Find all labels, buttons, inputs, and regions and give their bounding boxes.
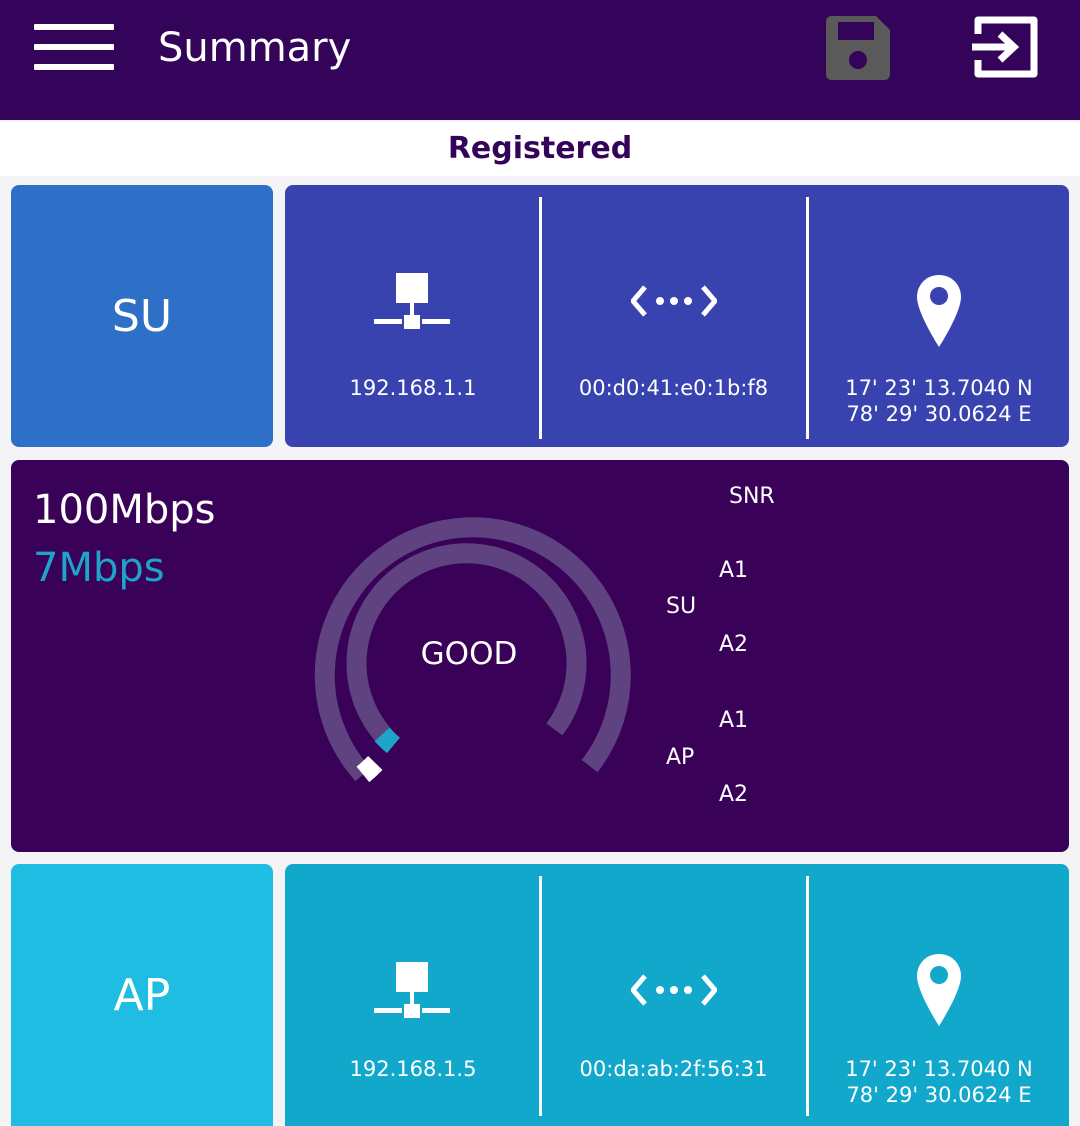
snr-su-label: SU bbox=[666, 594, 697, 619]
ap-ip-address: 192.168.1.5 bbox=[349, 1057, 477, 1081]
su-longitude: 78' 29' 30.0624 E bbox=[846, 402, 1032, 426]
snr-su-a1-label: A1 bbox=[719, 558, 749, 583]
ap-longitude: 78' 29' 30.0624 E bbox=[846, 1083, 1032, 1107]
ap-label-tile[interactable]: AP bbox=[11, 864, 273, 1126]
link-status-panel: 100Mbps 7Mbps GOOD SNR A1 SU A2 A1 AP A2 bbox=[11, 460, 1069, 852]
su-coordinates: 17' 23' 13.7040 N 78' 29' 30.0624 E bbox=[809, 375, 1069, 427]
ap-info-tile: 192.168.1.5 00:da:ab:2f:56:31 17' 23' 13… bbox=[285, 864, 1069, 1126]
su-label-tile[interactable]: SU bbox=[11, 185, 273, 447]
location-pin-icon bbox=[917, 275, 961, 347]
snr-su-a2-label: A2 bbox=[719, 632, 749, 657]
network-icon bbox=[374, 962, 450, 1018]
code-dots-icon bbox=[630, 974, 717, 1006]
hamburger-menu-icon[interactable] bbox=[34, 24, 114, 70]
ap-ip-cell: 192.168.1.5 bbox=[285, 864, 541, 1126]
link-quality-label: GOOD bbox=[420, 636, 518, 672]
current-speed: 7Mbps bbox=[33, 545, 165, 591]
ap-coordinates: 17' 23' 13.7040 N 78' 29' 30.0624 E bbox=[809, 1056, 1069, 1108]
ap-location-cell: 17' 23' 13.7040 N 78' 29' 30.0624 E bbox=[809, 864, 1069, 1126]
app-header: Summary bbox=[0, 0, 1080, 120]
ap-mac-address: 00:da:ab:2f:56:31 bbox=[579, 1057, 768, 1081]
su-label: SU bbox=[111, 290, 173, 342]
su-mac-cell: 00:d0:41:e0:1b:f8 bbox=[542, 185, 805, 447]
status-text: Registered bbox=[447, 131, 633, 166]
su-info-tile: 192.168.1.1 00:d0:41:e0:1b:f8 17' 23' 13… bbox=[285, 185, 1069, 447]
max-speed: 100Mbps bbox=[33, 487, 216, 533]
snr-ap-a1-label: A1 bbox=[719, 708, 749, 733]
logout-icon[interactable] bbox=[970, 14, 1040, 80]
snr-title: SNR bbox=[729, 484, 775, 509]
snr-ap-label: AP bbox=[666, 745, 695, 770]
network-icon bbox=[374, 273, 450, 329]
save-icon[interactable] bbox=[824, 14, 892, 82]
code-dots-icon bbox=[630, 285, 717, 317]
page-title: Summary bbox=[158, 25, 352, 71]
registration-status: Registered bbox=[0, 122, 1080, 176]
snr-ap-a2-label: A2 bbox=[719, 782, 749, 807]
current-speed-indicator bbox=[374, 727, 400, 754]
max-speed-indicator bbox=[356, 755, 383, 783]
location-pin-icon bbox=[917, 954, 961, 1026]
su-location-cell: 17' 23' 13.7040 N 78' 29' 30.0624 E bbox=[809, 185, 1069, 447]
su-ip-cell: 192.168.1.1 bbox=[285, 185, 541, 447]
ap-mac-cell: 00:da:ab:2f:56:31 bbox=[542, 864, 805, 1126]
ap-label: AP bbox=[113, 969, 171, 1021]
su-latitude: 17' 23' 13.7040 N bbox=[845, 376, 1033, 400]
su-mac-address: 00:d0:41:e0:1b:f8 bbox=[578, 376, 769, 400]
ap-latitude: 17' 23' 13.7040 N bbox=[845, 1057, 1033, 1081]
su-ip-address: 192.168.1.1 bbox=[349, 376, 477, 400]
